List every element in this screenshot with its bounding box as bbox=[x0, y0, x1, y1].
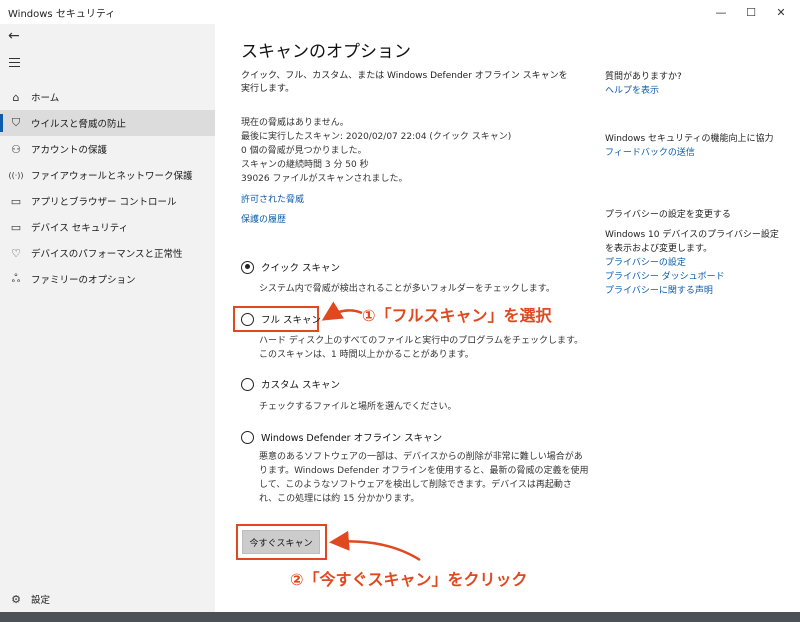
annotation-step1: ①「フルスキャン」を選択 bbox=[362, 306, 552, 325]
arrow-to-scan-button bbox=[329, 530, 421, 562]
app-window: Windows セキュリティ — ☐ ✕ ← ⌂ ホーム ⛉ ウイルスと脅威の防… bbox=[0, 0, 800, 612]
arrow-to-full-scan bbox=[321, 301, 363, 321]
taskbar-strip bbox=[0, 612, 800, 622]
annotation-step2: ②「今すぐスキャン」をクリック bbox=[290, 570, 528, 589]
